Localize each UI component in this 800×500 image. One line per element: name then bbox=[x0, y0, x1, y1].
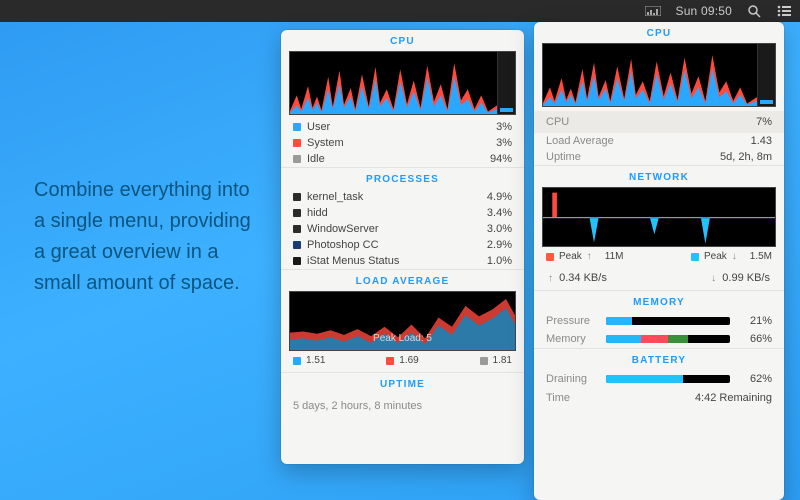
network-rates: ↑ 0.34 KB/s ↓ 0.99 KB/s bbox=[534, 268, 784, 290]
menubar-dropdown-panel: CPU CPU 7% Load Average 1.43 Uptime 5d, 2h,… bbox=[534, 22, 784, 500]
section-title-battery: BATTERY bbox=[534, 349, 784, 370]
menubar-graph-icon[interactable] bbox=[645, 4, 661, 18]
cpu-row[interactable]: Idle94% bbox=[281, 151, 524, 167]
memory-row[interactable]: Pressure21% bbox=[534, 312, 784, 330]
cpu-graph[interactable] bbox=[289, 51, 516, 115]
network-graph[interactable] bbox=[542, 187, 776, 247]
battery-row[interactable]: Draining 62% bbox=[534, 370, 784, 388]
cpu-label-r: CPU bbox=[546, 116, 569, 128]
list-icon[interactable] bbox=[776, 4, 792, 18]
section-title-cpu: CPU bbox=[281, 30, 524, 51]
load-legend: 1.511.691.81 bbox=[281, 351, 524, 372]
network-peaks: Peak ↑11M Peak ↓1.5M bbox=[534, 247, 784, 268]
section-title-memory: MEMORY bbox=[534, 291, 784, 312]
cpu-row[interactable]: System3% bbox=[281, 135, 524, 151]
loadavg-label-r: Load Average bbox=[546, 135, 614, 147]
section-title-processes: PROCESSES bbox=[281, 168, 524, 189]
load-graph[interactable]: Peak Load: 5 bbox=[289, 291, 516, 351]
cpu-graph-r[interactable] bbox=[542, 43, 776, 107]
memory-row[interactable]: Memory66% bbox=[534, 330, 784, 348]
cpu-row[interactable]: User3% bbox=[281, 119, 524, 135]
process-row[interactable]: iStat Menus Status1.0% bbox=[281, 253, 524, 269]
section-title-cpu-r: CPU bbox=[534, 22, 784, 43]
cpu-value-r: 7% bbox=[756, 116, 772, 128]
search-icon[interactable] bbox=[746, 4, 762, 18]
load-peak-label: Peak Load: 5 bbox=[290, 333, 515, 344]
battery-time-value: 4:42 Remaining bbox=[695, 392, 772, 404]
uptime-label-r: Uptime bbox=[546, 151, 581, 163]
hero-text: Combine everything into a single menu, p… bbox=[34, 175, 264, 299]
battery-time-label: Time bbox=[546, 392, 570, 404]
process-row[interactable]: kernel_task4.9% bbox=[281, 189, 524, 205]
section-title-uptime: UPTIME bbox=[281, 373, 524, 394]
process-row[interactable]: Photoshop CC2.9% bbox=[281, 237, 524, 253]
menubar-clock[interactable]: Sun 09:50 bbox=[675, 4, 732, 18]
combined-menu-panel: CPU User3%System3%Idle94% PROCESSES kern… bbox=[281, 30, 524, 464]
menubar: Sun 09:50 bbox=[0, 0, 800, 22]
uptime-value-r: 5d, 2h, 8m bbox=[720, 151, 772, 163]
uptime-text: 5 days, 2 hours, 8 minutes bbox=[281, 394, 524, 420]
process-row[interactable]: WindowServer3.0% bbox=[281, 221, 524, 237]
loadavg-value-r: 1.43 bbox=[751, 135, 772, 147]
section-title-load: LOAD AVERAGE bbox=[281, 270, 524, 291]
process-row[interactable]: hidd3.4% bbox=[281, 205, 524, 221]
section-title-network: NETWORK bbox=[534, 166, 784, 187]
